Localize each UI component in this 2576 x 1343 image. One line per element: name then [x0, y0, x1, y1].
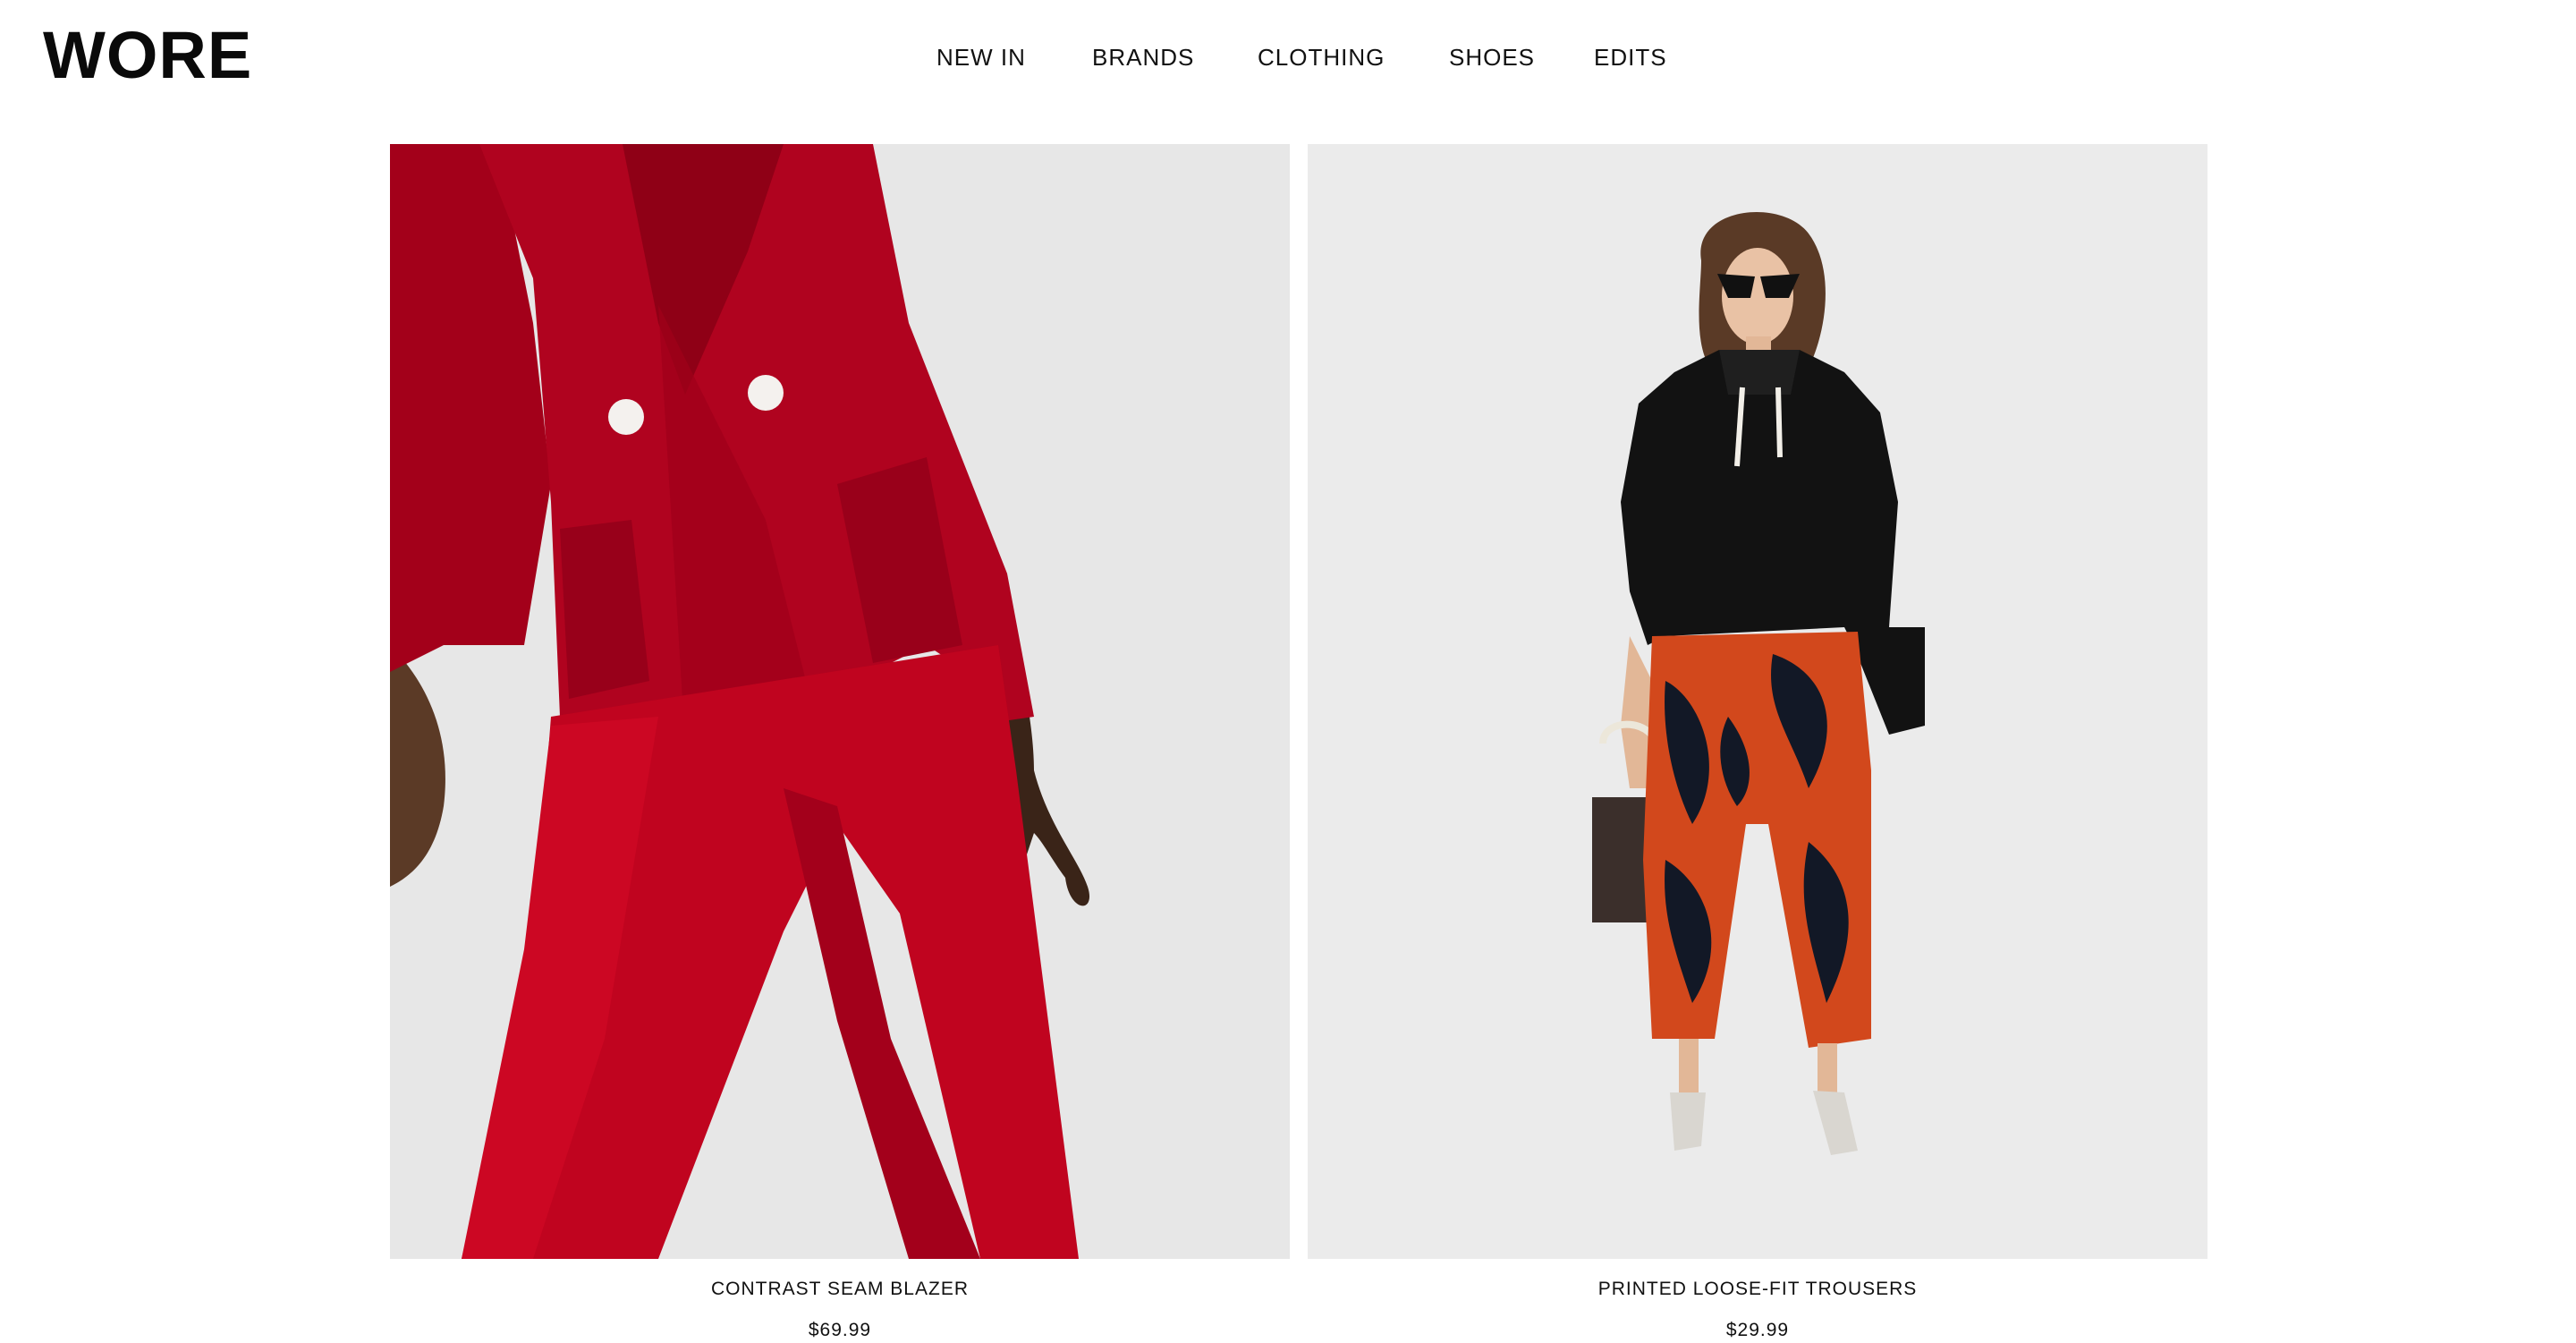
- product-name[interactable]: CONTRAST SEAM BLAZER: [390, 1277, 1290, 1302]
- main-nav: NEW IN BRANDS CLOTHING SHOES EDITS: [0, 39, 2576, 75]
- product-name[interactable]: PRINTED LOOSE-FIT TROUSERS: [1308, 1277, 2207, 1302]
- product-price: $29.99: [1725, 1320, 1790, 1340]
- nav-item-shoes[interactable]: SHOES: [1449, 39, 1535, 75]
- product-image-trousers[interactable]: [1308, 144, 2207, 1259]
- trousers-photo: [1308, 144, 2207, 1259]
- nav-item-brands[interactable]: BRANDS: [1092, 39, 1194, 75]
- blazer-photo: [390, 144, 1290, 1259]
- nav-item-edits[interactable]: EDITS: [1594, 39, 1667, 75]
- product-card-blazer[interactable]: CONTRAST SEAM BLAZER $69.99: [390, 144, 1290, 1343]
- product-price: $69.99: [808, 1320, 872, 1340]
- product-image-blazer[interactable]: [390, 144, 1290, 1259]
- product-card-trousers[interactable]: PRINTED LOOSE-FIT TROUSERS $29.99: [1308, 144, 2207, 1343]
- site-header: WORE NEW IN BRANDS CLOTHING SHOES EDITS: [0, 0, 2576, 134]
- nav-item-new-in[interactable]: NEW IN: [936, 39, 1026, 75]
- nav-item-clothing[interactable]: CLOTHING: [1258, 39, 1385, 75]
